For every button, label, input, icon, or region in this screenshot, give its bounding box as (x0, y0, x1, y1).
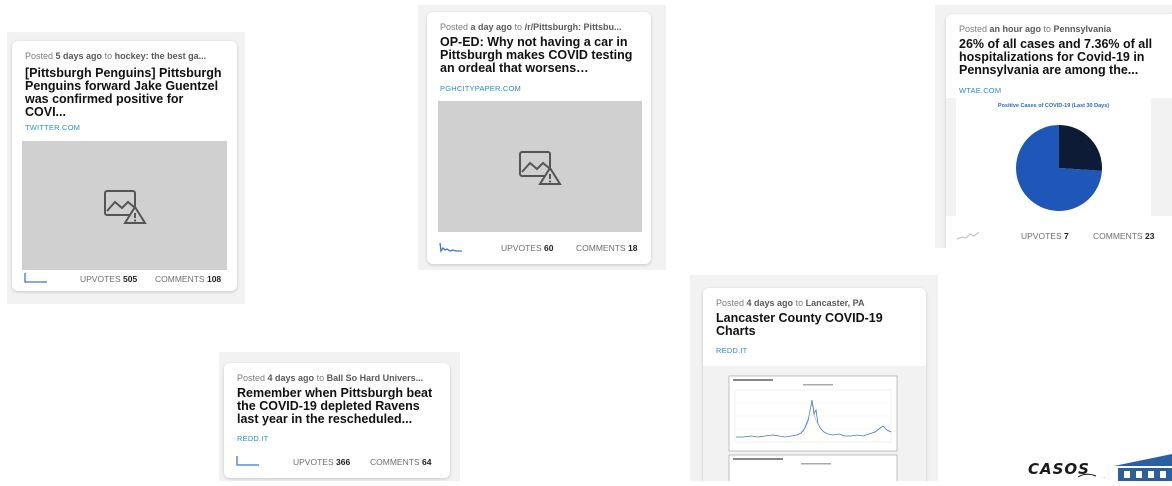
subreddit-link[interactable]: /r/Pittsburgh: Pittsbu... (525, 22, 622, 32)
post-domain[interactable]: PGHCITYPAPER.COM (440, 84, 521, 93)
broken-image-icon (103, 189, 147, 224)
post-domain[interactable]: TWITTER.COM (25, 123, 80, 132)
post-title[interactable]: 26% of all cases and 7.36% of all hospit… (959, 38, 1160, 77)
post-thumbnail[interactable] (438, 101, 642, 232)
broken-image-icon (519, 150, 562, 185)
subreddit-link[interactable]: Lancaster, PA (806, 298, 865, 308)
post-card-penguins[interactable]: Posted 5 days ago to hockey: the best ga… (12, 41, 237, 291)
casos-logo: CASOS .. (1026, 450, 1172, 481)
post-thumbnail[interactable]: Positive Cases of COVID-19 (Last 30 Days… (946, 98, 1172, 216)
pie-chart (1016, 125, 1102, 211)
post-panel-oped: Posted a day ago to /r/Pittsburgh: Pitts… (418, 5, 666, 270)
post-title[interactable]: OP-ED: Why not having a car in Pittsburg… (440, 36, 639, 75)
post-panel-lancaster: Posted 4 days ago to Lancaster, PA Lanca… (690, 275, 938, 481)
post-domain[interactable]: REDD.IT (716, 346, 747, 355)
sparkline-icon (24, 273, 47, 283)
post-panel-penguins: Posted 5 days ago to hockey: the best ga… (7, 32, 245, 304)
upvote-count: 7 (1064, 231, 1069, 241)
upvote-count: 60 (544, 243, 554, 253)
post-meta: Posted 4 days ago to Lancaster, PA (716, 298, 865, 308)
post-meta: Posted 5 days ago to hockey: the best ga… (25, 51, 207, 61)
post-footer: UPVOTES 7 COMMENTS 23 (956, 229, 1164, 243)
post-card-lancaster[interactable]: Posted 4 days ago to Lancaster, PA Lanca… (703, 288, 926, 481)
post-panel-ravens: Posted 4 days ago to Ball So Hard Univer… (219, 352, 460, 481)
post-footer: UPVOTES 60 COMMENTS 18 (439, 241, 639, 255)
post-meta: Posted an hour ago to Pennsylvania (959, 24, 1112, 34)
post-panel-pennsylvania: Posted an hour ago to Pennsylvania 26% o… (935, 5, 1172, 248)
subreddit-link[interactable]: hockey: the best ga... (115, 51, 207, 61)
sparkline-icon (439, 242, 462, 253)
post-title[interactable]: Lancaster County COVID-19 Charts (716, 312, 914, 338)
subreddit-link[interactable]: Ball So Hard Univers... (327, 373, 424, 383)
svg-text:..: .. (1102, 474, 1106, 480)
post-card-ravens[interactable]: Posted 4 days ago to Ball So Hard Univer… (224, 363, 450, 478)
post-footer: UPVOTES 505 COMMENTS 108 (24, 272, 225, 286)
post-thumbnail[interactable] (22, 141, 227, 270)
post-card-pennsylvania[interactable]: Posted an hour ago to Pennsylvania 26% o… (946, 14, 1172, 248)
upvote-count: 366 (336, 457, 351, 467)
post-title[interactable]: Remember when Pittsburgh beat the COVID-… (237, 387, 438, 426)
comment-count: 64 (421, 457, 432, 467)
sparkline-icon (956, 231, 980, 240)
upvote-count: 505 (123, 274, 138, 284)
sparkline-icon (236, 456, 259, 466)
post-meta: Posted 4 days ago to Ball So Hard Univer… (237, 373, 424, 383)
post-thumbnail[interactable] (703, 366, 926, 481)
comment-count: 18 (627, 243, 638, 253)
line-chart-thumbnail (728, 375, 898, 481)
post-meta: Posted a day ago to /r/Pittsburgh: Pitts… (440, 22, 622, 32)
post-domain[interactable]: REDD.IT (237, 434, 268, 443)
post-domain[interactable]: WTAE.COM (959, 86, 1001, 95)
pie-slice-dark (1059, 125, 1102, 171)
post-title[interactable]: [Pittsburgh Penguins] Pittsburgh Penguin… (25, 67, 225, 119)
post-card-oped[interactable]: Posted a day ago to /r/Pittsburgh: Pitts… (427, 12, 651, 264)
post-footer: UPVOTES 366 COMMENTS 64 (236, 455, 438, 469)
comment-count: 108 (206, 274, 222, 284)
subreddit-link[interactable]: Pennsylvania (1054, 24, 1112, 34)
comment-count: 23 (1144, 231, 1155, 241)
